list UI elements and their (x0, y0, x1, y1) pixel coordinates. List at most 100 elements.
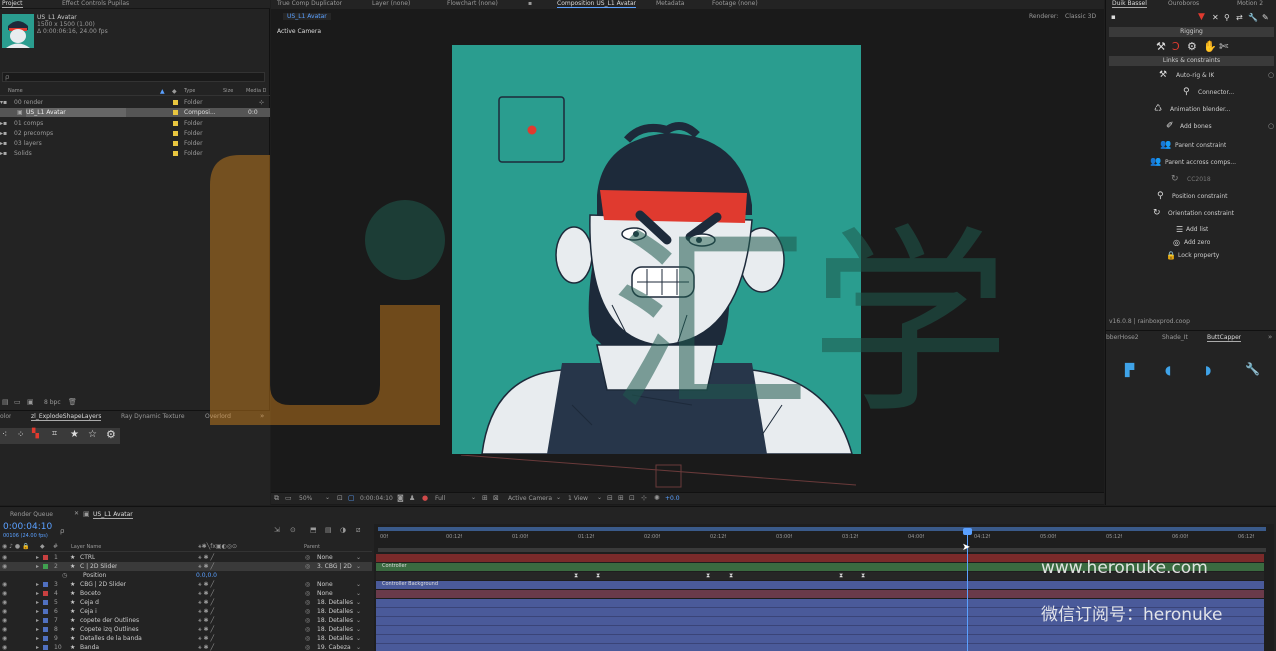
layer-switches[interactable]: ⚹ ✱ ╱ (198, 598, 214, 607)
wrench-icon[interactable]: 🔧 (1245, 362, 1260, 376)
layer-name[interactable]: Boceto (80, 589, 101, 598)
layer-row[interactable]: ◉ ▸ 1 ★ CTRL ⚹ ✱ ╱ ◎ None ⌄ (0, 553, 372, 562)
visibility-eye-icon[interactable]: ◉ (2, 643, 7, 651)
grid-icon[interactable]: ▢ (348, 494, 355, 502)
tab-motion-2[interactable]: Motion 2 (1237, 0, 1263, 7)
duik-item-orientation-constraint[interactable]: ↻ Orientation constraint (1106, 208, 1276, 220)
duik-controllers-icon[interactable]: ⚲ (1224, 13, 1230, 22)
layer-row[interactable]: ◉ ▸ 5 ★ Ceja d ⚹ ✱ ╱ ◎ 18. Detalles ⌄ (0, 598, 372, 607)
toggle-pixel-icon[interactable]: ⊟ (607, 494, 613, 502)
col-layer-name[interactable]: Layer Name (71, 544, 101, 550)
channel-icon[interactable]: ● (422, 494, 428, 502)
monitor-icon[interactable]: ▭ (285, 494, 292, 502)
layer-row[interactable]: ◉ ▸ 10 ★ Banda ⚹ ✱ ╱ ◎ 19. Cabeza ⌄ (0, 643, 372, 651)
transparency-grid-icon[interactable]: ⊠ (493, 494, 499, 502)
tab-color[interactable]: olor (0, 413, 11, 420)
layer-switches[interactable]: ⚹ ✱ ╱ (198, 607, 214, 616)
duik-item-connector[interactable]: ⚲ Connector... (1106, 87, 1276, 99)
parent-pickwhip-icon[interactable]: ◎ (305, 589, 310, 598)
layer-name[interactable]: Ceja d (80, 598, 99, 607)
parent-pickwhip-icon[interactable]: ◎ (305, 616, 310, 625)
visibility-eye-icon[interactable]: ◉ (2, 562, 7, 571)
list-item[interactable]: ▣ US_L1 Avatar Composi... 0:0 (0, 108, 270, 117)
keyframe-icon[interactable]: ⧗ (861, 572, 865, 580)
close-icon[interactable]: ✕ (74, 510, 79, 517)
stopwatch-icon[interactable]: ◷ (62, 571, 67, 580)
tab-metadata[interactable]: Metadata (656, 0, 684, 7)
chevron-down-icon[interactable]: ⌄ (356, 625, 361, 634)
parent-pickwhip-icon[interactable]: ◎ (305, 634, 310, 643)
label-swatch[interactable] (43, 645, 48, 650)
duik-home-icon[interactable]: ▪ (1111, 13, 1116, 21)
layer-switches[interactable]: ⚹ ✱ ╱ (198, 616, 214, 625)
chevron-down-icon[interactable]: ⌄ (356, 607, 361, 616)
layer-row[interactable]: ◉ ▸ 8 ★ Copete izq Outlines ⚹ ✱ ╱ ◎ 18. Detall… (0, 625, 372, 634)
tab-ouroboros[interactable]: Ouroboros (1168, 0, 1199, 7)
settings-gear-icon[interactable]: ⚙ (106, 428, 116, 441)
tab-duik-bassel[interactable]: Duik Bassel (1112, 0, 1147, 8)
layer-name[interactable]: copete der Outlines (80, 616, 139, 625)
chevron-down-icon[interactable]: ⌄ (597, 494, 602, 501)
parent-select[interactable]: None (317, 580, 333, 589)
tab-shade-it[interactable]: Shade_It (1162, 334, 1188, 341)
frame-blend-icon[interactable]: ▤ (325, 526, 332, 534)
keyframe-icon[interactable]: ⧗ (596, 572, 600, 580)
layer-name[interactable]: Position (83, 571, 106, 580)
layer-switches[interactable]: ⚹ ✱ ╱ (198, 625, 214, 634)
tab-explode-shape-layers[interactable]: zl_ExplodeShapeLayers (31, 413, 102, 421)
work-area-bar[interactable] (378, 527, 1266, 531)
chevron-down-icon[interactable]: ⌄ (356, 589, 361, 598)
parent-pickwhip-icon[interactable]: ◎ (305, 562, 310, 571)
butt-cap-icon[interactable]: ▛ (1125, 363, 1134, 377)
tab-layer[interactable]: Layer (none) (372, 0, 410, 7)
tab-overlord[interactable]: Overlord (205, 413, 231, 420)
col-size[interactable]: Size (223, 88, 233, 94)
chevron-down-icon[interactable]: ⌄ (471, 494, 476, 501)
parent-pickwhip-icon[interactable]: ◎ (305, 643, 310, 651)
sort-icon[interactable]: ▲ (160, 88, 165, 95)
layer-name[interactable]: Ceja i (80, 607, 97, 616)
layer-switches[interactable]: ⚹ ✱ ╱ (198, 562, 214, 571)
duik-item-add-bones[interactable]: ✐ Add bones ○ (1106, 121, 1276, 133)
layer-switches[interactable]: ⚹ ✱ ╱ (198, 553, 214, 562)
viewer-time[interactable]: 0:00:04:10 (360, 495, 393, 502)
col-type[interactable]: Type (184, 88, 195, 94)
property-row[interactable]: ◷ Position 0.0,0.0 (0, 571, 372, 580)
square-cap-icon[interactable]: ◗ (1205, 363, 1211, 377)
parent-select[interactable]: 19. Cabeza (317, 643, 351, 651)
duik-links-icon[interactable]: ⇄ (1236, 13, 1243, 22)
twirl-icon[interactable]: ▸ (36, 589, 39, 598)
parent-pickwhip-icon[interactable]: ◎ (305, 580, 310, 589)
zoom-select[interactable]: 50% (299, 495, 312, 502)
visibility-eye-icon[interactable]: ◉ (2, 634, 7, 643)
tab-rubberhose[interactable]: bberHose2 (1106, 334, 1139, 341)
label-swatch[interactable] (43, 564, 48, 569)
tab-buttcapper[interactable]: ButtCapper (1207, 334, 1242, 342)
tab-timeline-comp[interactable]: US_L1 Avatar (93, 511, 133, 519)
layer-name[interactable]: CTRL (80, 553, 95, 562)
fast-preview-icon[interactable]: ⊡ (629, 494, 635, 502)
layer-name[interactable]: CBG | 2D Slider (80, 580, 126, 589)
comp-subtab[interactable]: US_L1 Avatar (283, 13, 331, 20)
property-value[interactable]: 0.0,0.0 (196, 571, 217, 580)
visibility-eye-icon[interactable]: ◉ (2, 589, 7, 598)
duik-item-cc2018[interactable]: ↻ CC2018 (1106, 174, 1276, 186)
parent-select[interactable]: 18. Detalles (317, 598, 353, 607)
duik-item-add-list[interactable]: ☰ Add list (1106, 225, 1276, 236)
duik-item-position-constraint[interactable]: ⚲ Position constraint (1106, 191, 1276, 203)
layer-switches[interactable]: ⚹ ✱ ╱ (198, 589, 214, 598)
exposure-icon[interactable]: ✺ (654, 494, 660, 502)
tab-project[interactable]: Project (2, 0, 23, 8)
region-icon[interactable]: ⊞ (482, 494, 488, 502)
visibility-eye-icon[interactable]: ◉ (2, 607, 7, 616)
parent-pickwhip-icon[interactable]: ◎ (305, 625, 310, 634)
visibility-eye-icon[interactable]: ◉ (2, 616, 7, 625)
interpret-footage-icon[interactable]: ▤ (2, 398, 9, 406)
layer-row[interactable]: ◉ ▸ 4 ★ Boceto ⚹ ✱ ╱ ◎ None ⌄ (0, 589, 372, 598)
trash-icon[interactable]: 🗑 (68, 398, 77, 406)
fit-icon[interactable]: ⊡ (337, 494, 343, 502)
duik-item-lock-property[interactable]: 🔒 Lock property (1106, 251, 1276, 262)
layer-name[interactable]: C | 2D Slider (80, 562, 117, 571)
col-name[interactable]: Name (8, 88, 23, 94)
snapshot-icon[interactable]: ◙ (397, 494, 404, 502)
